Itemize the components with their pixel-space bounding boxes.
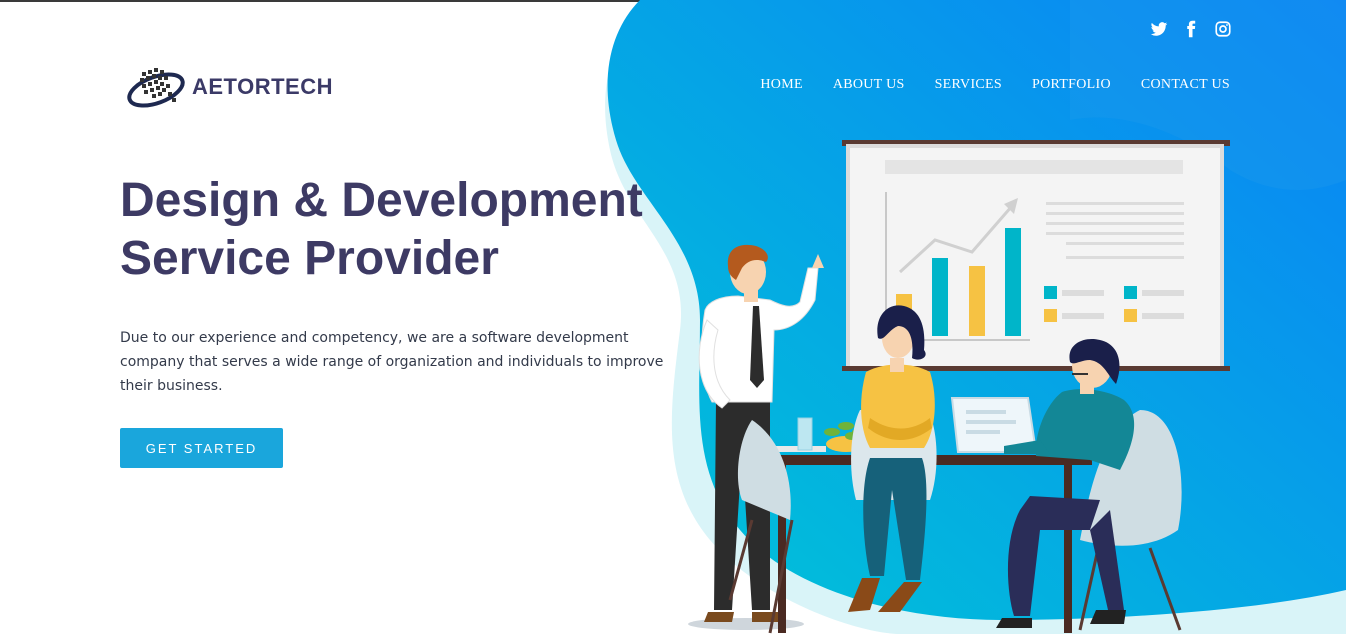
nav-portfolio[interactable]: PORTFOLIO xyxy=(1032,77,1111,93)
hero-title: Design & Development Service Provider xyxy=(120,172,643,288)
main-nav: HOME ABOUT US SERVICES PORTFOLIO CONTACT… xyxy=(760,77,1230,93)
hero-description: Due to our experience and competency, we… xyxy=(120,330,664,394)
brand-name: AETORTECH xyxy=(192,74,333,99)
get-started-button[interactable]: GET STARTED xyxy=(120,428,283,468)
twitter-icon[interactable] xyxy=(1150,20,1168,38)
nav-about-us[interactable]: ABOUT US xyxy=(833,77,905,93)
brand-logo[interactable]: AETORTECH xyxy=(126,62,333,114)
nav-contact-us[interactable]: CONTACT US xyxy=(1141,77,1230,93)
facebook-icon[interactable] xyxy=(1182,20,1200,38)
hero-title-line1: Design & Development xyxy=(120,174,643,227)
nav-services[interactable]: SERVICES xyxy=(935,77,1002,93)
nav-home[interactable]: HOME xyxy=(760,77,802,93)
social-links xyxy=(1150,20,1232,38)
logo-icon xyxy=(127,68,185,108)
instagram-icon[interactable] xyxy=(1214,20,1232,38)
hero-title-line2: Service Provider xyxy=(120,232,499,285)
